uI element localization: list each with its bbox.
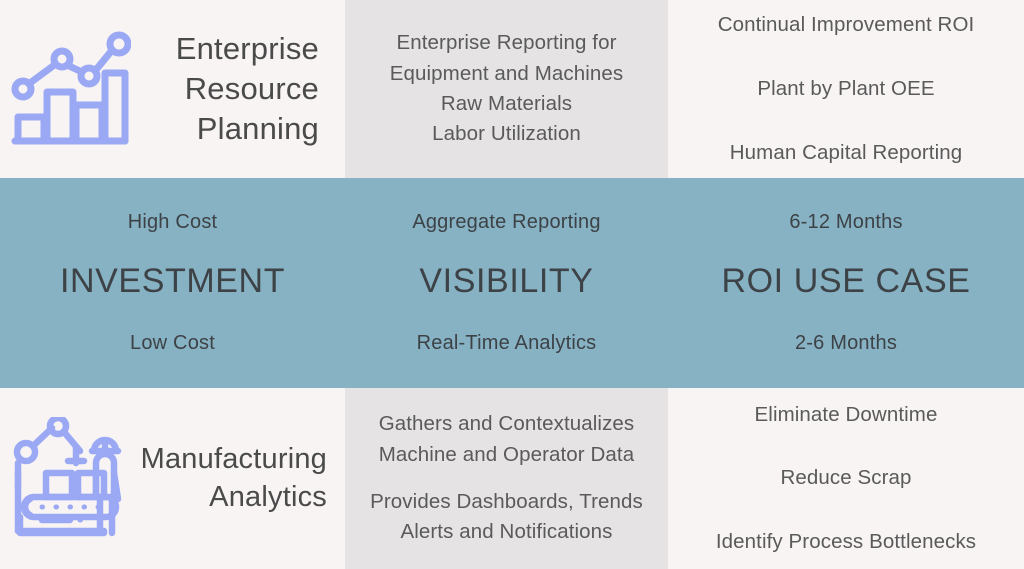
erp-outcome-item: Plant by Plant OEE [757,76,935,100]
band-top-label: High Cost [127,211,218,233]
ma-feature-line: Machine and Operator Data [378,442,635,466]
band-column-investment: High Cost INVESTMENT Low Cost [0,178,345,388]
ma-feature-line: Provides Dashboards, Trends [370,490,643,513]
comparison-axis-band: High Cost INVESTMENT Low Cost Aggregate … [0,178,1024,388]
erp-outcome-item: Human Capital Reporting [729,141,963,165]
ma-feature-line: Alerts and Notifications [400,520,613,544]
erp-outcome-item: Continual Improvement ROI [717,12,975,36]
ma-feature-line: Gathers and Contextualizes [378,412,635,436]
band-column-roi-use-case: 6-12 Months ROI USE CASE 2-6 Months [668,178,1024,388]
band-heading: ROI USE CASE [721,262,971,300]
band-column-visibility: Aggregate Reporting VISIBILITY Real-Time… [345,178,668,388]
manufacturing-analytics-outcomes-cell: Eliminate Downtime Reduce Scrap Identify… [668,388,1024,569]
erp-feature-line: Labor Utilization [432,122,581,146]
erp-title-cell: Enterprise Resource Planning [0,0,345,178]
band-bottom-label: Real-Time Analytics [416,332,597,354]
ma-outcome-item: Eliminate Downtime [754,403,938,426]
erp-row: Enterprise Resource Planning Enterprise … [0,0,1024,178]
manufacturing-analytics-title: Manufacturing Analytics [140,443,327,513]
erp-feature-line: Raw Materials [440,92,573,115]
band-heading: INVESTMENT [59,262,286,300]
erp-feature-line: Enterprise Reporting for [396,31,617,55]
erp-title: Enterprise Resource Planning [175,31,319,146]
manufacturing-analytics-row: Manufacturing Analytics Gathers and Cont… [0,388,1024,569]
manufacturing-analytics-features-cell: Gathers and Contextualizes Machine and O… [345,388,668,569]
band-bottom-label: 2-6 Months [794,332,898,354]
ma-outcome-item: Reduce Scrap [780,466,912,490]
bar-chart-line-graph-icon [6,25,134,153]
factory-robot-conveyor-worker-icon [6,415,134,543]
erp-outcomes-cell: Continual Improvement ROI Plant by Plant… [668,0,1024,178]
comparison-matrix-diagram: Enterprise Resource Planning Enterprise … [0,0,1024,569]
band-bottom-label: Low Cost [130,332,215,354]
band-top-label: 6-12 Months [789,211,903,233]
band-top-label: Aggregate Reporting [412,211,601,233]
ma-outcome-item: Identify Process Bottlenecks [715,529,977,553]
band-heading: VISIBILITY [419,262,594,300]
erp-features-cell: Enterprise Reporting for Equipment and M… [345,0,668,178]
manufacturing-analytics-title-cell: Manufacturing Analytics [0,388,345,569]
erp-feature-line: Equipment and Machines [389,61,624,85]
